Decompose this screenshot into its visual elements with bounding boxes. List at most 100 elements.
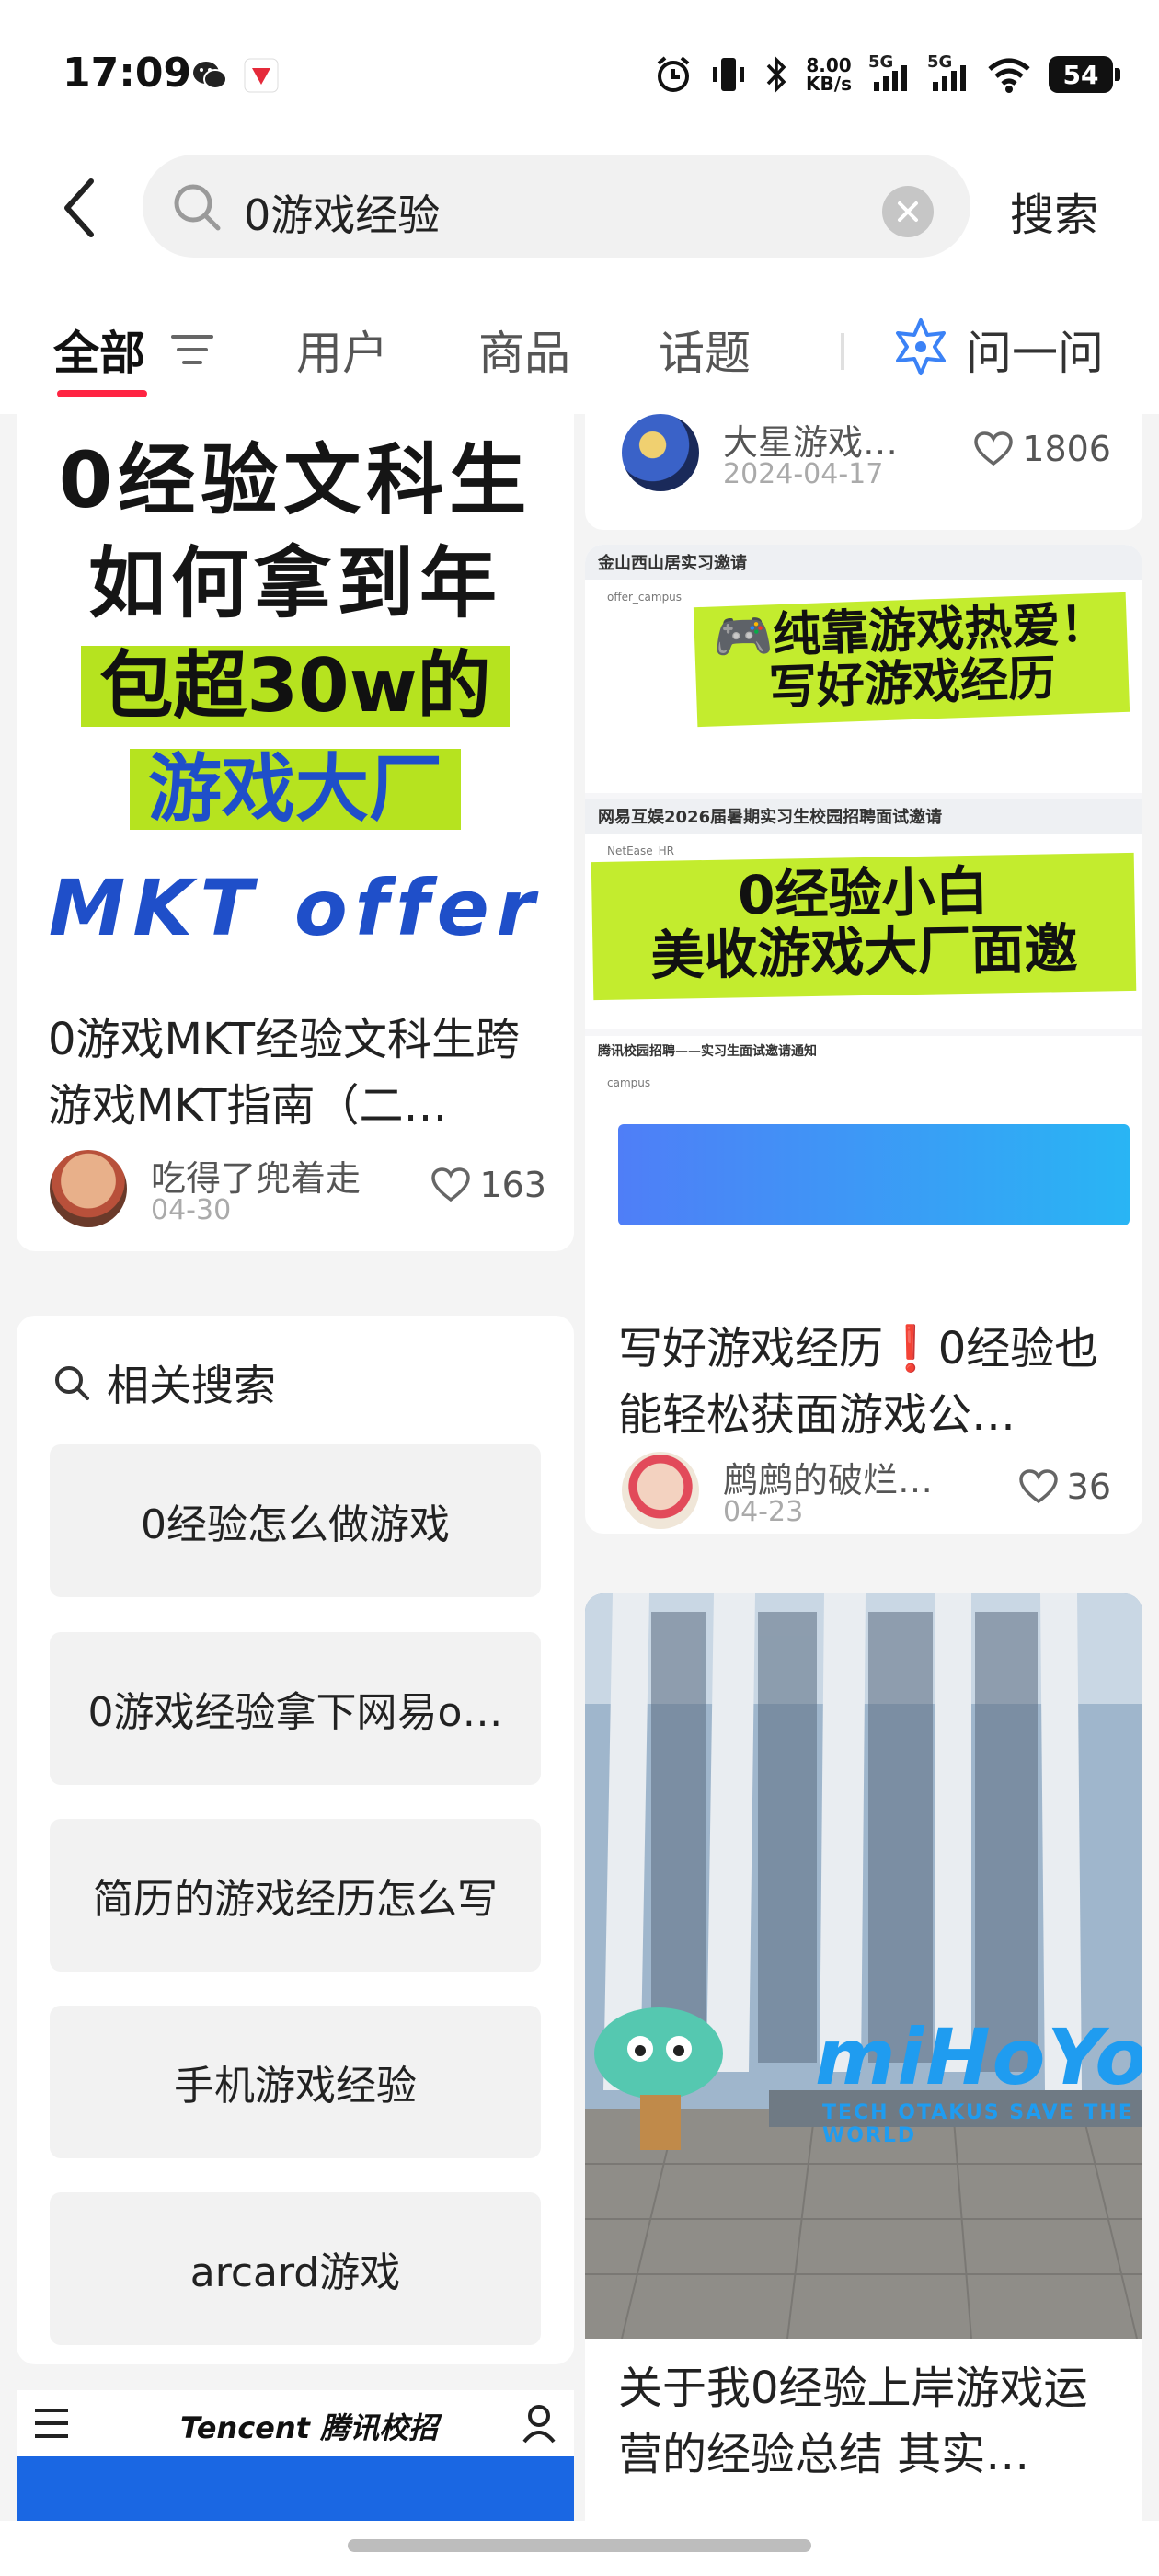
filter-icon[interactable] (171, 331, 213, 368)
author-row: 大星游戏… 2024-04-17 1806 (622, 414, 1111, 493)
clear-search-button[interactable] (882, 186, 934, 237)
battery-indicator: 54 (1049, 56, 1120, 93)
building-sign-text: miHoYo (815, 2012, 1142, 2102)
note-card[interactable]: 金山西山居实习邀请 offer_campus 🎮纯靠游戏热爱！ 写好游戏经历 网… (585, 545, 1142, 1534)
author-name[interactable]: 吃得了兜着走 (151, 1150, 361, 1201)
chevron-left-icon (64, 178, 94, 237)
email-sender: campus (607, 1076, 651, 1089)
like-count: 163 (479, 1165, 546, 1205)
note-card[interactable]: miHoYo TECH OTAKUS SAVE THE WORLD 关于我0经验… (585, 1593, 1142, 2530)
like-button[interactable]: 1806 (974, 429, 1111, 469)
cover-text-line: MKT offer (48, 863, 543, 953)
note-cover-photo: miHoYo TECH OTAKUS SAVE THE WORLD (585, 1593, 1142, 2339)
user-icon (522, 2405, 556, 2444)
search-button[interactable]: 搜索 (1010, 178, 1098, 243)
sim1-label: 5G (868, 52, 894, 72)
result-tabs: 全部 用户 商品 话题 问一问 (0, 276, 1159, 414)
related-searches-heading: 相关搜索 (53, 1352, 276, 1413)
related-searches-title: 相关搜索 (107, 1361, 276, 1410)
search-query: 0游戏经验 (244, 190, 441, 240)
heart-icon (974, 431, 1014, 466)
signal-sim1-icon: 5G (868, 52, 911, 91)
note-cover: 金山西山居实习邀请 offer_campus 🎮纯靠游戏热爱！ 写好游戏经历 网… (585, 545, 1142, 1308)
author-name[interactable]: 鹧鹧的破烂… (723, 1452, 933, 1502)
cover-banner: 🎮纯靠游戏热爱！ 写好游戏经历 (693, 592, 1130, 728)
close-icon (898, 201, 918, 222)
post-date: 04-23 (723, 1496, 804, 1528)
avatar[interactable] (622, 414, 699, 491)
alarm-icon (657, 56, 690, 92)
bluetooth-icon (766, 55, 786, 94)
network-speed: 8.00 KB/s (806, 56, 852, 93)
cover-text-line: 包超30w的 (81, 646, 510, 727)
ad-brand-logo: Tencent 腾讯校招 (180, 2410, 439, 2445)
related-search-item[interactable]: 手机游戏经验 (50, 2006, 541, 2158)
note-title[interactable]: 写好游戏经历❗0经验也能轻松获面游戏公… (618, 1316, 1115, 1448)
sim2-label: 5G (927, 52, 953, 72)
cover-text-line: 如何拿到年 (87, 538, 502, 628)
ad-banner-image[interactable] (17, 2456, 574, 2530)
related-search-item[interactable]: 0经验怎么做游戏 (50, 1444, 541, 1597)
related-search-item[interactable]: 0游戏经验拿下网易o… (50, 1632, 541, 1785)
email-screenshot: 腾讯校园招聘——实习生面试邀请通知 campus (585, 1036, 1142, 1308)
email-body: campus (585, 1065, 1142, 1100)
tab-divider (841, 333, 844, 370)
cover-highlight-row: 包超30w的 (17, 646, 574, 727)
app-notification-icon (244, 58, 279, 93)
search-input[interactable]: 0游戏经验 (143, 155, 970, 258)
home-indicator[interactable] (348, 2539, 811, 2552)
author-row: 吃得了兜着走 04-30 163 (50, 1150, 546, 1229)
wechat-icon (193, 62, 227, 89)
like-button[interactable]: 163 (431, 1165, 546, 1205)
like-count: 36 (1066, 1466, 1111, 1507)
search-results-feed: 0经验文科生 如何拿到年 包超30w的 游戏大厂 MKT offer 0游戏MK… (0, 414, 1159, 2530)
cover-text-line: 0经验文科生 (58, 435, 533, 525)
signal-sim2-icon: 5G (927, 52, 970, 91)
note-card[interactable]: 0经验文科生 如何拿到年 包超30w的 游戏大厂 MKT offer 0游戏MK… (17, 414, 574, 1251)
status-icons: 8.00 KB/s 5G 5G 54 (653, 52, 1120, 98)
cover-banner: 0经验小白 美收游戏大厂面邀 (591, 852, 1137, 1001)
related-search-item[interactable]: arcard游戏 (50, 2192, 541, 2345)
menu-icon (35, 2409, 68, 2438)
status-bar: 17:09 8.00 KB/s 5G 5G 54 (0, 0, 1159, 138)
net-speed-unit: KB/s (806, 73, 852, 95)
note-title[interactable]: 关于我0经验上岸游戏运营的经验总结 其实… (618, 2355, 1115, 2488)
heart-icon (431, 1167, 471, 1202)
email-subject: 腾讯校园招聘——实习生面试邀请通知 (585, 1036, 1142, 1065)
cover-text-line: 游戏大厂 (130, 749, 461, 830)
status-time: 17:09 (63, 50, 192, 97)
building-illustration (585, 1593, 1142, 2339)
email-banner-image (618, 1124, 1130, 1225)
email-subject: 网易互娱2026届暑期实习生校园招聘面试邀请 (585, 799, 1142, 834)
wifi-icon (988, 58, 1030, 93)
related-searches-card: 相关搜索 0经验怎么做游戏 0游戏经验拿下网易o… 简历的游戏经历怎么写 手机游… (17, 1316, 574, 2364)
ad-card-header[interactable]: Tencent 腾讯校招 (17, 2390, 574, 2456)
search-header: 0游戏经验 搜索 (0, 138, 1159, 276)
back-button[interactable] (46, 171, 110, 245)
like-count: 1806 (1022, 429, 1111, 469)
cover-highlight-row: 游戏大厂 (17, 749, 574, 830)
tab-users[interactable]: 用户 (296, 316, 388, 383)
active-tab-indicator (57, 390, 147, 397)
post-date: 04-30 (151, 1194, 232, 1226)
note-card[interactable]: 大星游戏… 2024-04-17 1806 (585, 414, 1142, 530)
related-search-item[interactable]: 简历的游戏经历怎么写 (50, 1819, 541, 1972)
author-row: 鹧鹧的破烂… 04-23 36 (622, 1452, 1111, 1531)
note-title[interactable]: 0游戏MKT经验文科生跨游戏MKT指南（二… (48, 1006, 545, 1139)
cover-banner-line: 美收游戏大厂面邀 (649, 916, 1079, 987)
avatar[interactable] (622, 1452, 699, 1529)
post-date: 2024-04-17 (723, 458, 884, 490)
vibrate-icon (713, 58, 745, 91)
ask-label[interactable]: 问一问 (966, 316, 1104, 383)
tab-topics[interactable]: 话题 (659, 316, 751, 383)
note-cover: 0经验文科生 如何拿到年 包超30w的 游戏大厂 MKT offer (17, 414, 568, 984)
ask-ai-icon[interactable] (890, 316, 951, 377)
building-sign-subtext: TECH OTAKUS SAVE THE WORLD (822, 2101, 1134, 2147)
email-subject: 金山西山居实习邀请 (585, 545, 1142, 580)
avatar[interactable] (50, 1150, 127, 1227)
net-speed-value: 8.00 (806, 54, 852, 76)
tab-products[interactable]: 商品 (478, 316, 570, 383)
tab-all[interactable]: 全部 (53, 316, 145, 383)
author-name[interactable]: 大星游戏… (723, 414, 898, 465)
like-button[interactable]: 36 (1018, 1466, 1111, 1507)
